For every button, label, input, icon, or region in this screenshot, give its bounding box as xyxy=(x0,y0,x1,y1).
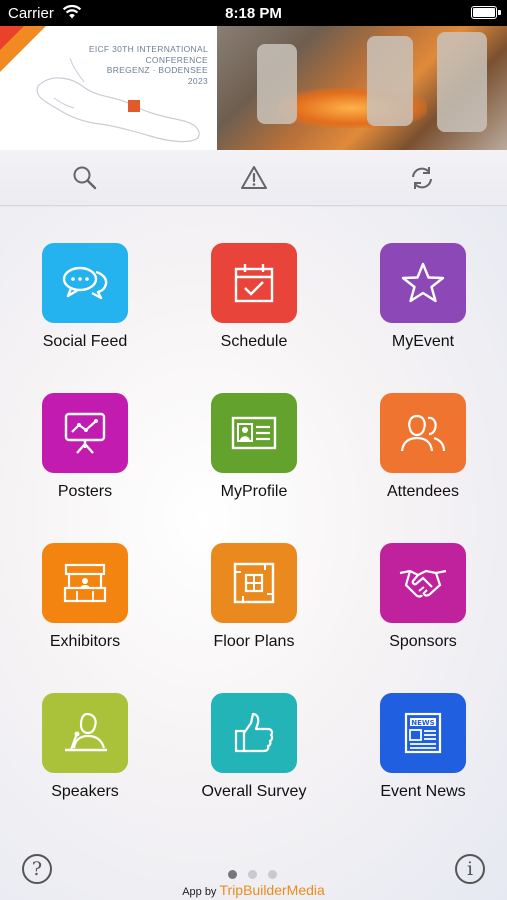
tile-schedule[interactable]: Schedule xyxy=(189,243,319,373)
tripbuilder-brand: TripBuilderMedia xyxy=(219,882,325,898)
tile-label: MyProfile xyxy=(220,483,288,500)
tile-label: Overall Survey xyxy=(201,783,307,800)
tile-label: Posters xyxy=(57,483,113,500)
booth-icon xyxy=(42,543,128,623)
presentation-board-icon xyxy=(42,393,128,473)
tile-label: Social Feed xyxy=(42,333,128,350)
floor-plan-icon xyxy=(211,543,297,623)
tile-myevent[interactable]: MyEvent xyxy=(358,243,488,373)
tile-label: Floor Plans xyxy=(213,633,295,650)
foundry-photo xyxy=(217,26,507,150)
clock: 8:18 PM xyxy=(225,5,282,22)
page-dot[interactable] xyxy=(248,870,257,879)
help-icon[interactable]: ? xyxy=(22,854,52,884)
svg-text:NEWS: NEWS xyxy=(411,719,434,727)
page-dot[interactable] xyxy=(228,870,237,879)
tile-sponsors[interactable]: Sponsors xyxy=(358,543,488,673)
banner-title: EICF 30TH INTERNATIONAL CONFERENCE BREGE… xyxy=(88,44,208,86)
tile-posters[interactable]: Posters xyxy=(20,393,150,523)
handshake-icon xyxy=(380,543,466,623)
tile-label: Attendees xyxy=(386,483,460,500)
search-icon[interactable] xyxy=(71,164,99,192)
tile-label: Exhibitors xyxy=(49,633,121,650)
tile-label: Event News xyxy=(380,783,466,800)
star-icon xyxy=(380,243,466,323)
status-bar: Carrier 8:18 PM xyxy=(0,0,507,26)
id-card-icon xyxy=(211,393,297,473)
tile-label: Schedule xyxy=(220,333,288,350)
newspaper-icon: NEWS xyxy=(380,693,466,773)
conference-banner[interactable]: EICF 30TH INTERNATIONAL CONFERENCE BREGE… xyxy=(0,26,507,150)
tile-label: Speakers xyxy=(51,783,119,800)
chat-bubbles-icon xyxy=(42,243,128,323)
tile-event-news[interactable]: NEWS Event News xyxy=(358,693,488,823)
banner-logo-panel: EICF 30TH INTERNATIONAL CONFERENCE BREGE… xyxy=(0,26,215,150)
calendar-check-icon xyxy=(211,243,297,323)
people-icon xyxy=(380,393,466,473)
refresh-icon[interactable] xyxy=(408,164,436,192)
tile-social-feed[interactable]: Social Feed xyxy=(20,243,150,373)
organizer-logo xyxy=(128,100,140,112)
alert-icon[interactable] xyxy=(240,164,268,192)
tile-label: MyEvent xyxy=(391,333,455,350)
tile-attendees[interactable]: Attendees xyxy=(358,393,488,523)
thumbs-up-icon xyxy=(211,693,297,773)
tile-overall-survey[interactable]: Overall Survey xyxy=(189,693,319,823)
app-credit: App by TripBuilderMedia xyxy=(182,882,325,898)
tile-speakers[interactable]: Speakers xyxy=(20,693,150,823)
speaker-podium-icon xyxy=(42,693,128,773)
toolbar xyxy=(0,150,507,206)
tile-exhibitors[interactable]: Exhibitors xyxy=(20,543,150,673)
tile-myprofile[interactable]: MyProfile xyxy=(189,393,319,523)
module-grid: Social Feed Schedule MyEvent Posters MyP… xyxy=(0,207,507,900)
info-icon[interactable]: i xyxy=(455,854,485,884)
battery-icon xyxy=(471,6,497,19)
page-dot[interactable] xyxy=(268,870,277,879)
tile-label: Sponsors xyxy=(389,633,457,650)
tile-floor-plans[interactable]: Floor Plans xyxy=(189,543,319,673)
